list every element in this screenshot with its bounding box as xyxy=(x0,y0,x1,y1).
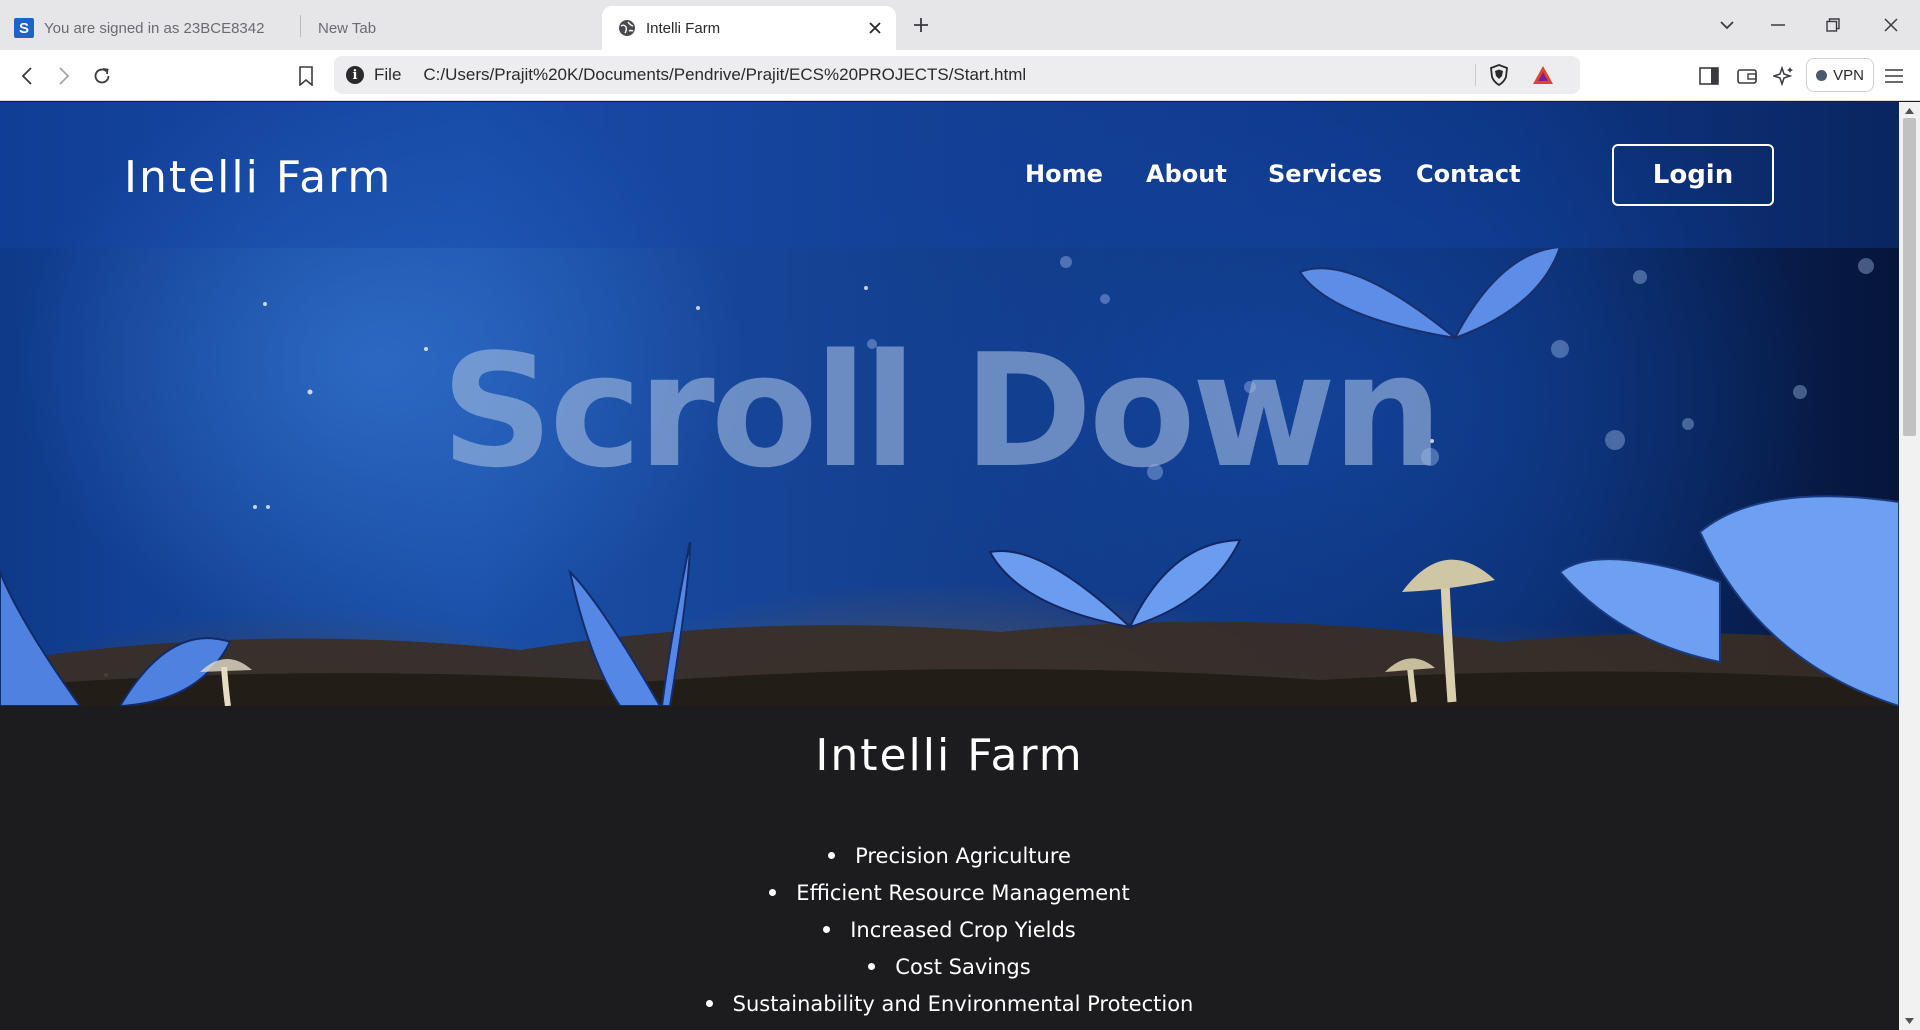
tab-title: New Tab xyxy=(318,19,377,37)
tab-new-tab[interactable]: New Tab xyxy=(302,6,592,50)
address-divider xyxy=(1475,64,1476,86)
new-tab-plus-icon[interactable] xyxy=(909,13,933,37)
web-page: Intelli Farm Home About Services Contact… xyxy=(0,102,1899,1030)
bookmark-icon[interactable] xyxy=(292,62,320,90)
reload-icon[interactable] xyxy=(88,62,116,90)
scheme-label: File xyxy=(374,65,402,84)
site-navbar: Intelli Farm Home About Services Contact… xyxy=(0,102,1899,248)
login-button[interactable]: Login xyxy=(1612,144,1774,206)
site-logo[interactable]: Intelli Farm xyxy=(124,152,392,203)
close-window-icon[interactable] xyxy=(1878,13,1904,37)
brave-rewards-triangle-icon[interactable] xyxy=(1531,64,1555,86)
list-item: Increased Crop Yields xyxy=(0,912,1899,949)
url-text[interactable]: C:/Users/Prajit%20K/Documents/Pendrive/P… xyxy=(423,65,1026,85)
close-tab-icon[interactable] xyxy=(864,17,886,39)
feature-list: Precision Agriculture Efficient Resource… xyxy=(0,838,1899,1023)
site-info-icon[interactable]: i xyxy=(346,66,364,84)
brave-shield-icon[interactable] xyxy=(1487,63,1511,87)
wallet-icon[interactable] xyxy=(1733,62,1761,90)
hero-banner: Intelli Farm Home About Services Contact… xyxy=(0,102,1899,706)
vpn-label: VPN xyxy=(1833,66,1864,84)
bullet-icon xyxy=(769,888,777,896)
tab-intelli-farm[interactable]: Intelli Farm xyxy=(602,6,896,50)
list-item-text: Precision Agriculture xyxy=(855,844,1071,868)
forward-arrow-icon[interactable] xyxy=(50,62,78,90)
hero-heading: Scroll Down xyxy=(440,320,1443,502)
menu-hamburger-icon[interactable] xyxy=(1880,62,1908,90)
section-title: Intelli Farm xyxy=(815,730,1084,781)
tab-search-chevron-down-icon[interactable] xyxy=(1714,13,1740,37)
browser-tab-strip: S You are signed in as 23BCE8342 New Tab… xyxy=(0,0,1920,50)
bullet-icon xyxy=(823,925,831,933)
bullet-icon xyxy=(868,962,876,970)
restore-window-icon[interactable] xyxy=(1820,13,1846,37)
list-item-text: Sustainability and Environmental Protect… xyxy=(732,992,1194,1016)
list-item-text: Efficient Resource Management xyxy=(796,881,1130,905)
tab-title: You are signed in as 23BCE8342 xyxy=(44,19,265,37)
list-item: Cost Savings xyxy=(0,949,1899,986)
minimize-window-icon[interactable] xyxy=(1765,13,1791,37)
list-item-text: Increased Crop Yields xyxy=(850,918,1076,942)
tab-signed-in[interactable]: S You are signed in as 23BCE8342 xyxy=(14,6,294,50)
vpn-button[interactable]: VPN xyxy=(1806,58,1874,92)
sidebar-toggle-icon[interactable] xyxy=(1695,62,1723,90)
page-scrollbar[interactable] xyxy=(1899,102,1920,1030)
scrollbar-thumb[interactable] xyxy=(1903,118,1916,436)
scroll-up-arrow-icon[interactable] xyxy=(1904,106,1915,116)
nav-link-services[interactable]: Services xyxy=(1268,160,1382,188)
browser-toolbar: i File C:/Users/Prajit%20K/Documents/Pen… xyxy=(0,50,1920,101)
scroll-down-arrow-icon[interactable] xyxy=(1904,1016,1915,1026)
list-item-text: Cost Savings xyxy=(895,955,1031,979)
bullet-icon xyxy=(828,851,836,859)
globe-icon xyxy=(619,20,635,36)
vpn-status-icon xyxy=(1816,69,1828,81)
site-favicon-icon: S xyxy=(14,18,34,38)
nav-link-about[interactable]: About xyxy=(1146,160,1227,188)
nav-link-contact[interactable]: Contact xyxy=(1416,160,1521,188)
tab-separator xyxy=(300,15,301,37)
list-item: Precision Agriculture xyxy=(0,838,1899,875)
tab-title: Intelli Farm xyxy=(646,19,721,37)
butterfly-center xyxy=(988,538,1242,629)
address-bar[interactable]: i File C:/Users/Prajit%20K/Documents/Pen… xyxy=(334,56,1580,94)
list-item: Sustainability and Environmental Protect… xyxy=(0,986,1899,1023)
leo-ai-sparkle-icon[interactable] xyxy=(1770,62,1798,90)
nav-link-home[interactable]: Home xyxy=(1025,160,1103,188)
list-item: Efficient Resource Management xyxy=(0,875,1899,912)
bullet-icon xyxy=(705,999,713,1007)
back-arrow-icon[interactable] xyxy=(13,62,41,90)
